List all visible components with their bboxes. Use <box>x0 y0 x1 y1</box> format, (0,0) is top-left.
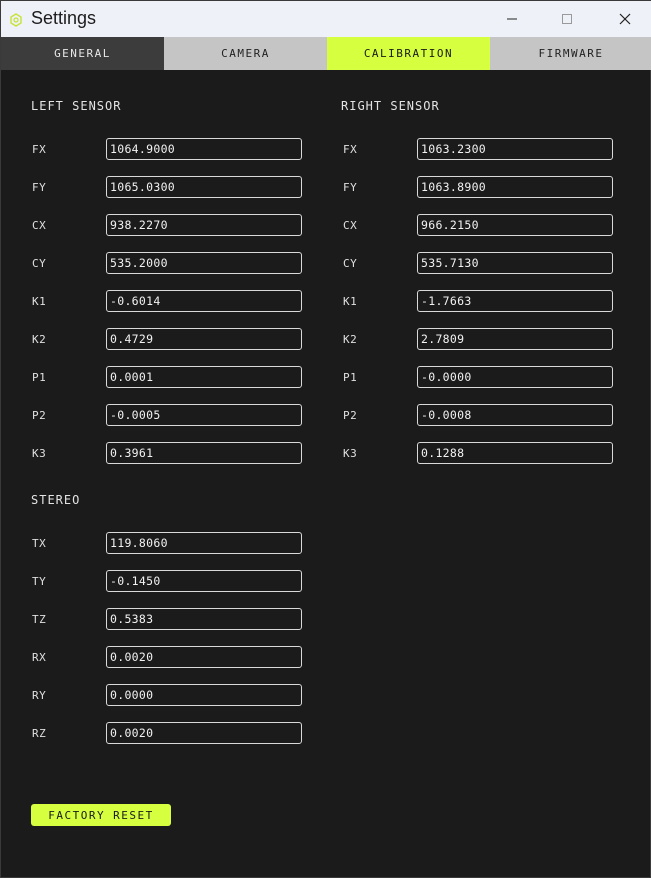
maximize-icon <box>561 10 573 29</box>
left-sensor-title: LEFT SENSOR <box>31 99 122 113</box>
close-button[interactable] <box>602 1 648 37</box>
left-fx-label: FX <box>32 143 47 156</box>
right-fy-label: FY <box>343 181 358 194</box>
left-k2-input[interactable] <box>106 328 302 350</box>
left-fy-input[interactable] <box>106 176 302 198</box>
left-p2-label: P2 <box>32 409 47 422</box>
app-gear-icon <box>9 12 23 27</box>
right-p1-label: P1 <box>343 371 358 384</box>
stereo-tz-input[interactable] <box>106 608 302 630</box>
stereo-ry-input[interactable] <box>106 684 302 706</box>
stereo-tz-label: TZ <box>32 613 47 626</box>
left-cx-label: CX <box>32 219 47 232</box>
left-k2-label: K2 <box>32 333 47 346</box>
right-p1-input[interactable] <box>417 366 613 388</box>
tab-camera[interactable]: CAMERA <box>164 37 327 70</box>
left-k1-label: K1 <box>32 295 47 308</box>
maximize-button[interactable] <box>544 1 590 37</box>
right-fy-input[interactable] <box>417 176 613 198</box>
right-k3-input[interactable] <box>417 442 613 464</box>
right-k2-input[interactable] <box>417 328 613 350</box>
stereo-rx-input[interactable] <box>106 646 302 668</box>
right-cy-input[interactable] <box>417 252 613 274</box>
settings-window: Settings GENERAL CAMERA CALIBRATION FIRM… <box>0 0 651 878</box>
left-cy-label: CY <box>32 257 47 270</box>
stereo-tx-label: TX <box>32 537 47 550</box>
right-cy-label: CY <box>343 257 358 270</box>
right-fx-label: FX <box>343 143 358 156</box>
right-k2-label: K2 <box>343 333 358 346</box>
tab-general[interactable]: GENERAL <box>1 37 164 70</box>
left-cy-input[interactable] <box>106 252 302 274</box>
title-bar: Settings <box>1 1 651 37</box>
right-k1-label: K1 <box>343 295 358 308</box>
right-sensor-title: RIGHT SENSOR <box>341 99 440 113</box>
left-p1-input[interactable] <box>106 366 302 388</box>
stereo-tx-input[interactable] <box>106 532 302 554</box>
left-k3-input[interactable] <box>106 442 302 464</box>
right-k1-input[interactable] <box>417 290 613 312</box>
stereo-ty-input[interactable] <box>106 570 302 592</box>
minimize-button[interactable] <box>489 1 535 37</box>
left-p2-input[interactable] <box>106 404 302 426</box>
left-fy-label: FY <box>32 181 47 194</box>
tab-bar: GENERAL CAMERA CALIBRATION FIRMWARE <box>1 37 651 70</box>
right-k3-label: K3 <box>343 447 358 460</box>
left-cx-input[interactable] <box>106 214 302 236</box>
close-icon <box>619 10 631 29</box>
left-fx-input[interactable] <box>106 138 302 160</box>
left-k1-input[interactable] <box>106 290 302 312</box>
left-k3-label: K3 <box>32 447 47 460</box>
window-title: Settings <box>31 8 97 28</box>
minimize-icon <box>506 10 518 29</box>
left-p1-label: P1 <box>32 371 47 384</box>
stereo-title: STEREO <box>31 493 81 507</box>
right-cx-input[interactable] <box>417 214 613 236</box>
stereo-rz-label: RZ <box>32 727 47 740</box>
tab-calibration[interactable]: CALIBRATION <box>327 37 490 70</box>
stereo-ry-label: RY <box>32 689 47 702</box>
right-cx-label: CX <box>343 219 358 232</box>
stereo-rx-label: RX <box>32 651 47 664</box>
right-fx-input[interactable] <box>417 138 613 160</box>
right-p2-label: P2 <box>343 409 358 422</box>
stereo-ty-label: TY <box>32 575 47 588</box>
tab-firmware[interactable]: FIRMWARE <box>490 37 651 70</box>
stereo-rz-input[interactable] <box>106 722 302 744</box>
right-p2-input[interactable] <box>417 404 613 426</box>
factory-reset-button[interactable]: FACTORY RESET <box>31 804 171 826</box>
